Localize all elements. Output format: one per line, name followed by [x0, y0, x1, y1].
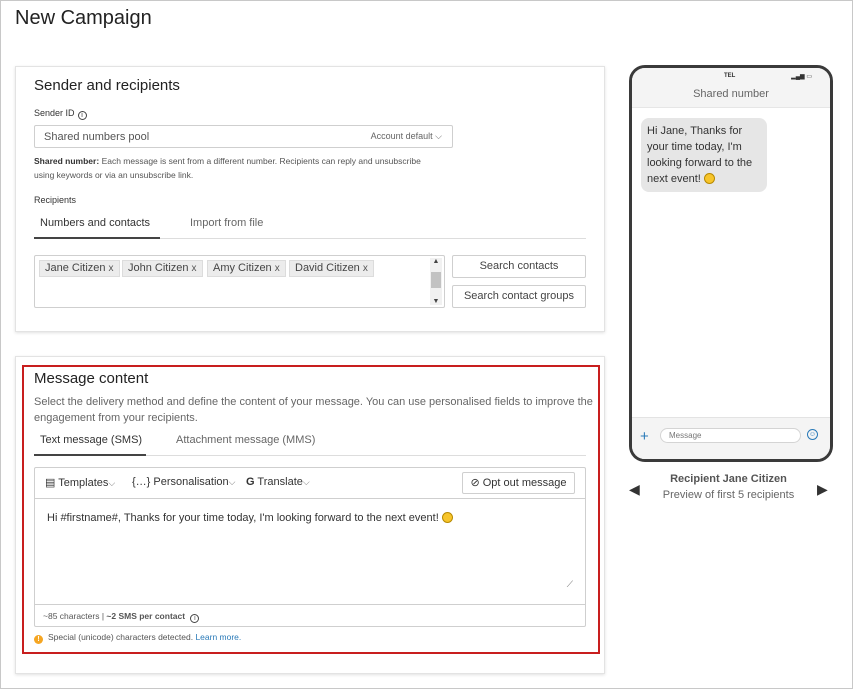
sender-recipients-card: Sender and recipients Sender ID i Shared … — [15, 66, 605, 332]
search-contacts-button[interactable]: Search contacts — [452, 255, 586, 278]
no-phone-icon: ⊘ — [470, 477, 480, 489]
info-icon[interactable]: i — [77, 111, 87, 120]
sender-section-title: Sender and recipients — [34, 77, 180, 94]
recipients-label: Recipients — [34, 195, 77, 205]
remove-chip-icon[interactable]: x — [109, 263, 114, 274]
chevron-down-icon: ⌵ — [228, 477, 236, 487]
google-translate-icon: G — [246, 476, 255, 488]
search-contact-groups-button[interactable]: Search contact groups — [452, 285, 586, 308]
phone-compose-bar: + Message ☺ — [632, 417, 830, 459]
unicode-warning: ! Special (unicode) characters detected. … — [34, 632, 241, 644]
grinning-emoji-icon — [703, 173, 715, 184]
help-bold: Shared number: — [34, 156, 100, 166]
tab-attachment-message[interactable]: Attachment message (MMS) — [176, 434, 315, 456]
scroll-thumb[interactable] — [431, 272, 441, 288]
sender-id-value: Shared numbers pool — [44, 131, 150, 143]
templates-icon: ▤ — [45, 477, 56, 489]
message-bubble: Hi Jane, Thanks for your time today, I'm… — [641, 118, 767, 192]
recipients-scrollbar[interactable]: ▲ ▼ — [430, 258, 442, 305]
translate-dropdown[interactable]: G Translate⌵ — [246, 476, 310, 488]
preview-subtitle: Preview of first 5 recipients — [662, 489, 795, 501]
previous-recipient-icon[interactable]: ◀ — [629, 481, 640, 498]
scroll-down-icon[interactable]: ▼ — [430, 298, 442, 305]
smiley-icon: ☺ — [807, 429, 818, 440]
warning-icon: ! — [34, 635, 43, 644]
recipient-chip: Jane Citizen x — [39, 260, 120, 277]
recipient-chip: David Citizen x — [289, 260, 374, 277]
recipient-name: Recipient Jane Citizen — [670, 473, 787, 485]
opt-out-message-button[interactable]: ⊘ Opt out message — [462, 472, 575, 494]
recipient-chip: John Citizen x — [122, 260, 203, 277]
resize-handle-icon[interactable]: ⟋ — [567, 579, 573, 590]
sender-id-label: Sender ID — [34, 108, 75, 118]
sender-id-label-row: Sender ID i — [34, 108, 87, 120]
sender-id-select[interactable]: Shared numbers pool Account default ⌵ — [34, 125, 453, 148]
phone-header: TEL ▂▄▆ ▭ Shared number — [632, 68, 830, 108]
page-title: New Campaign — [15, 7, 152, 29]
recipients-tabs: Numbers and contacts Import from file — [34, 217, 586, 239]
chevron-down-icon: ⌵ — [302, 477, 310, 487]
tab-import-from-file[interactable]: Import from file — [190, 217, 263, 239]
grinning-emoji-icon — [441, 512, 453, 523]
remove-chip-icon[interactable]: x — [363, 263, 368, 274]
tab-numbers-and-contacts[interactable]: Numbers and contacts — [34, 217, 160, 239]
message-editor: ▤ Templates⌵ {…} Personalisation⌵ G Tran… — [34, 467, 586, 627]
braces-icon: {…} — [132, 476, 151, 488]
templates-dropdown[interactable]: ▤ Templates⌵ — [45, 476, 115, 489]
plus-icon: + — [640, 428, 649, 445]
tab-text-message[interactable]: Text message (SMS) — [34, 434, 146, 456]
info-icon[interactable]: i — [190, 614, 200, 623]
carrier-label: TEL — [724, 73, 736, 79]
shared-number-help: Shared number: Each message is sent from… — [34, 154, 434, 182]
learn-more-link[interactable]: Learn more. — [195, 632, 241, 642]
next-recipient-icon[interactable]: ▶ — [817, 481, 828, 498]
phone-preview: TEL ▂▄▆ ▭ Shared number Hi Jane, Thanks … — [629, 65, 833, 462]
personalisation-dropdown[interactable]: {…} Personalisation⌵ — [132, 476, 235, 488]
account-default-hint: Account default ⌵ — [370, 131, 442, 141]
message-type-tabs: Text message (SMS) Attachment message (M… — [34, 434, 586, 456]
chevron-down-icon: ⌵ — [435, 131, 442, 141]
phone-contact-title: Shared number — [693, 88, 769, 100]
message-description: Select the delivery method and define th… — [34, 396, 593, 424]
phone-message-input: Message — [660, 428, 801, 443]
remove-chip-icon[interactable]: x — [192, 263, 197, 274]
message-section-title: Message content — [34, 370, 149, 387]
scroll-up-icon[interactable]: ▲ — [430, 258, 442, 265]
character-counter: ~85 characters | ~2 SMS per contact i — [35, 604, 585, 626]
remove-chip-icon[interactable]: x — [275, 263, 280, 274]
message-body-input[interactable]: Hi #firstname#, Thanks for your time tod… — [47, 512, 453, 524]
recipient-chip: Amy Citizen x — [207, 260, 286, 277]
recipients-input[interactable]: Jane Citizen x John Citizen x Amy Citizen x… — [34, 255, 445, 308]
window-frame: New Campaign Sender and recipients Sende… — [0, 0, 853, 689]
editor-toolbar: ▤ Templates⌵ {…} Personalisation⌵ G Tran… — [35, 468, 585, 499]
signal-battery-icon: ▂▄▆ ▭ — [791, 74, 812, 80]
chevron-down-icon: ⌵ — [108, 478, 116, 488]
